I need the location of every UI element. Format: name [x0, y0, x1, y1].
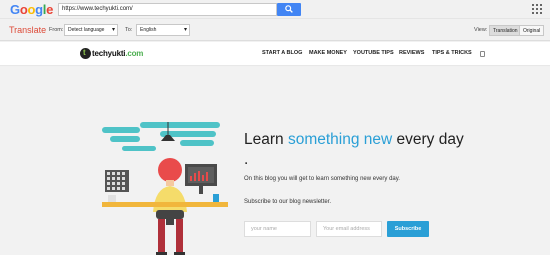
- view-original-button[interactable]: Original: [519, 25, 545, 36]
- nav-reviews[interactable]: REVIEWS: [399, 50, 424, 56]
- nav-make-money[interactable]: MAKE MONEY: [309, 50, 347, 56]
- url-input[interactable]: https://www.techyukti.com/: [58, 3, 277, 16]
- nav-search-icon[interactable]: [480, 51, 485, 57]
- nav-youtube-tips[interactable]: YOUTUBE TIPS: [353, 50, 394, 56]
- logo-text-domain: .com: [125, 49, 144, 58]
- view-translation-button[interactable]: Translation: [489, 25, 522, 36]
- nav-start-a-blog[interactable]: START A BLOG: [262, 50, 302, 56]
- translate-title: Translate: [9, 25, 47, 35]
- headline-part: Learn: [244, 131, 288, 148]
- view-label: View:: [474, 27, 488, 33]
- translate-bar: Translate From: Detect language To: Engl…: [0, 20, 550, 41]
- hero-section: Learn something new every day . On this …: [0, 67, 550, 255]
- nav-tips-and-tricks[interactable]: TIPS & TRICKS: [432, 50, 472, 56]
- logo-letter: e: [46, 2, 54, 17]
- from-language-select[interactable]: Detect language: [64, 24, 118, 36]
- search-icon: [285, 5, 293, 13]
- logo-text-main: techyukti: [92, 49, 126, 58]
- name-input[interactable]: your name: [244, 221, 311, 237]
- headline-accent: something new: [287, 131, 393, 148]
- logo-text: techyukti.com: [92, 49, 143, 58]
- apps-grid-icon[interactable]: [532, 4, 542, 14]
- from-label: From:: [49, 27, 64, 33]
- logo-mark-icon: t: [80, 48, 91, 59]
- to-language-select[interactable]: English: [136, 24, 190, 36]
- subscribe-prompt: Subscribe to our blog newsletter.: [244, 199, 332, 205]
- google-logo[interactable]: Google: [10, 2, 53, 17]
- email-input[interactable]: Your email address: [316, 221, 382, 237]
- hero-illustration: [102, 122, 228, 255]
- logo-letter: G: [10, 2, 20, 17]
- hero-headline: Learn something new every day .: [244, 130, 464, 170]
- to-label: To:: [125, 27, 133, 33]
- subscribe-button[interactable]: Subscribe: [387, 221, 429, 237]
- logo-letter: g: [35, 2, 43, 17]
- search-button[interactable]: [277, 3, 301, 16]
- site-header: t techyukti.com START A BLOG MAKE MONEY …: [0, 42, 550, 66]
- hero-subline: On this blog you will get to learn somet…: [244, 176, 400, 182]
- google-top-bar: Google https://www.techyukti.com/: [0, 0, 550, 19]
- logo-letter: o: [27, 2, 36, 17]
